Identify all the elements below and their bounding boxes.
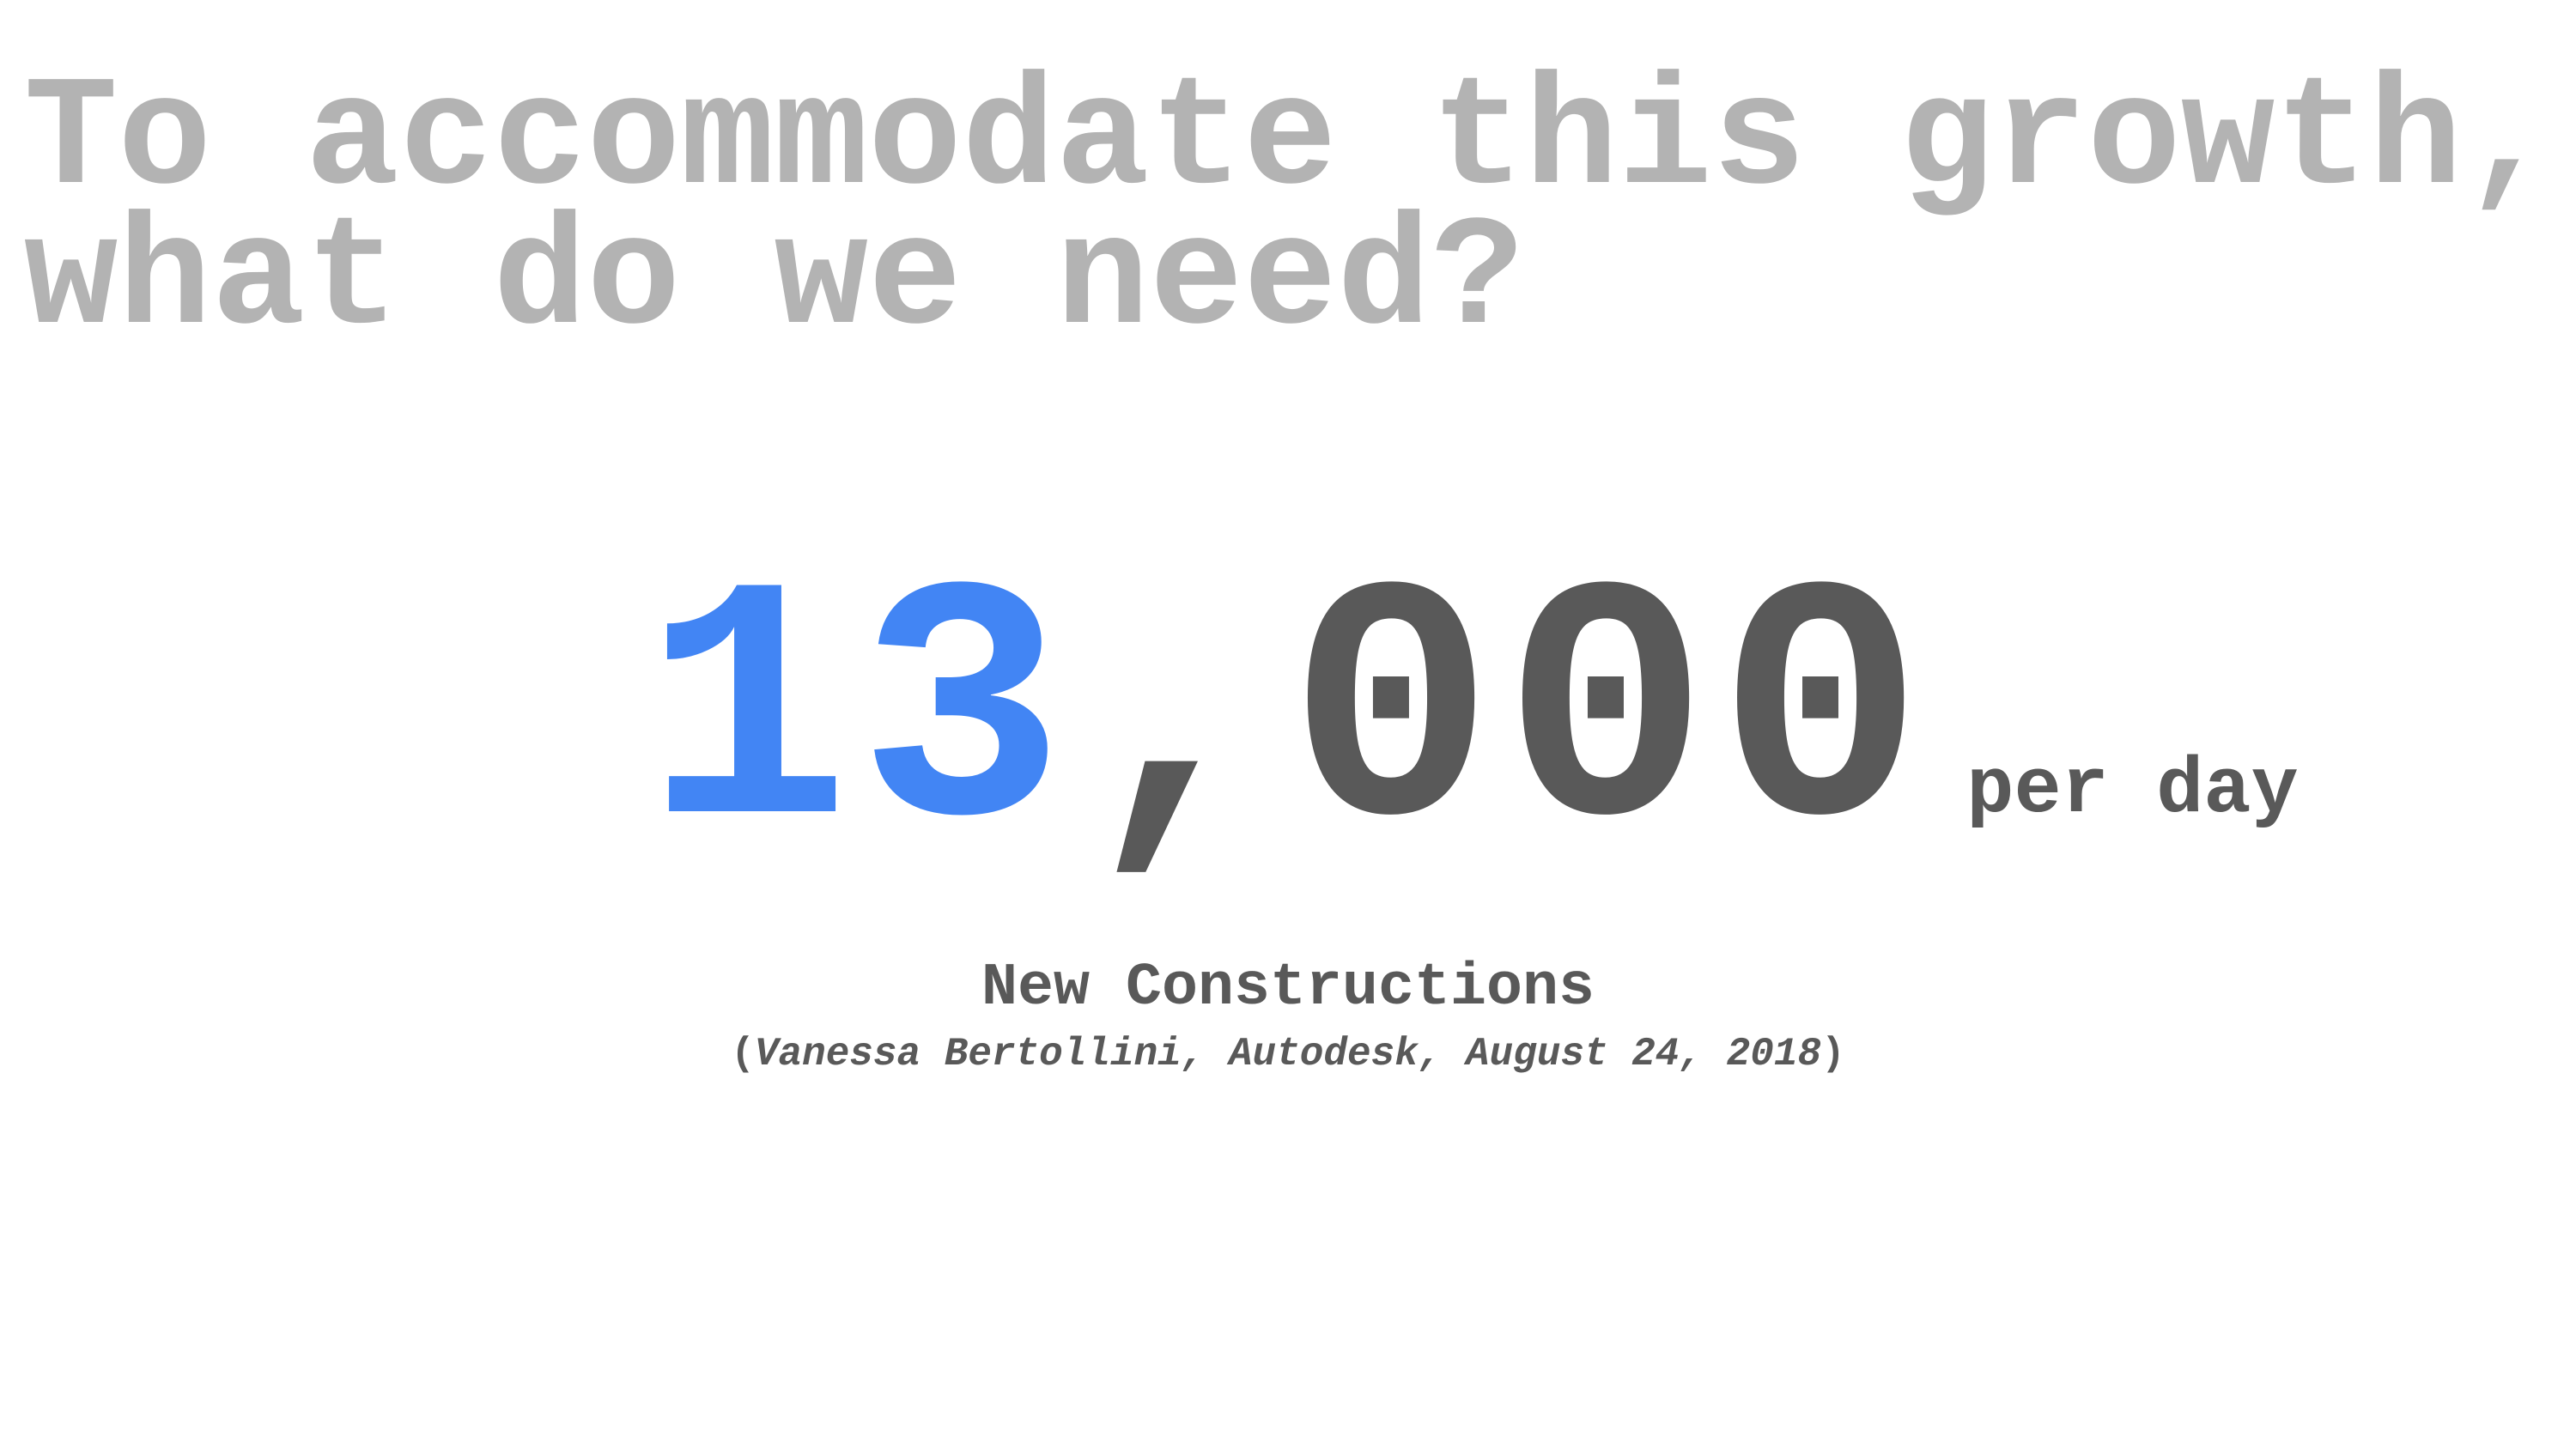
stat-caption: New Constructions: [981, 955, 1595, 1022]
source-open-paren: (: [731, 1032, 755, 1076]
stat-number-rest: ,000: [1073, 526, 1933, 915]
headline-line-2: what do we need?: [24, 191, 1525, 369]
stat-unit: per day: [1966, 745, 2299, 835]
source-citation: (Vanessa Bertollini, Autodesk, August 24…: [0, 1030, 2576, 1078]
key-statistic: 13,000 per day: [644, 549, 2299, 893]
headline-line-1: To accommodate this growth,: [24, 52, 2556, 229]
slide: To accommodate this growth, what do we n…: [0, 0, 2576, 1449]
slide-headline: To accommodate this growth, what do we n…: [24, 52, 2556, 369]
stat-number-highlight: 13: [644, 526, 1074, 915]
source-text: Vanessa Bertollini, Autodesk, August 24,…: [754, 1032, 1822, 1076]
source-close-paren: ): [1821, 1032, 1845, 1076]
